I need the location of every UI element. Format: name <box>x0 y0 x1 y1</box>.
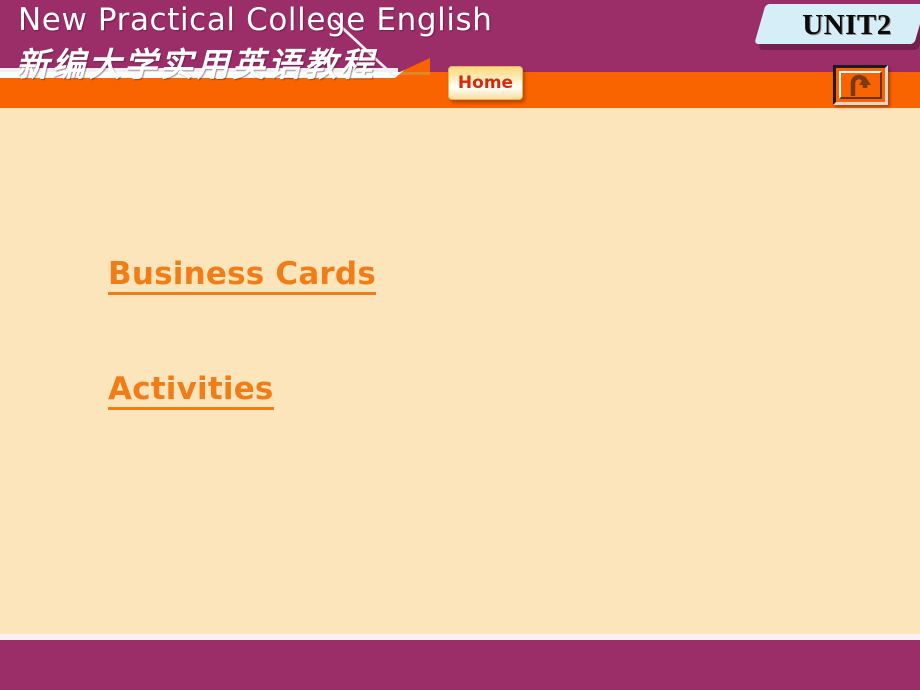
link-business-cards[interactable]: Business Cards <box>108 258 376 295</box>
brand-title-chinese: 新编大学实用英语教程 <box>16 45 376 84</box>
page-footer <box>0 640 920 690</box>
home-button[interactable]: Home <box>448 66 523 100</box>
home-button-label: Home <box>457 73 514 93</box>
page-header: New Practical College English 新编大学实用英语教程… <box>0 0 920 110</box>
brand-title-english: New Practical College English <box>18 2 493 38</box>
slide-content: Business Cards Activities <box>0 110 920 634</box>
unit-badge-label: UNIT2 <box>802 9 892 41</box>
link-activities[interactable]: Activities <box>108 373 274 410</box>
return-button[interactable] <box>833 65 888 105</box>
slide-root: New Practical College English 新编大学实用英语教程… <box>0 0 920 690</box>
return-u-turn-arrow-icon <box>850 74 871 96</box>
